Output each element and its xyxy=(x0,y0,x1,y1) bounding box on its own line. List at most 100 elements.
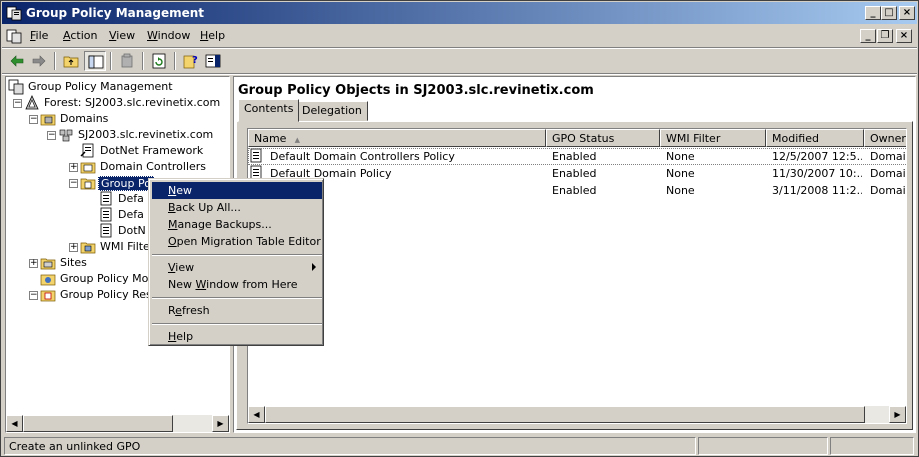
scroll-left-button[interactable]: ◀ xyxy=(248,406,265,423)
forward-arrow-icon xyxy=(32,55,46,67)
tree-item-label: SJ2003.slc.revinetix.com xyxy=(78,128,214,141)
tree-item-label: Group Policy Res xyxy=(60,288,152,301)
menu-item-new[interactable]: New xyxy=(152,182,322,199)
column-header[interactable]: WMI Filter xyxy=(660,129,766,147)
menu-file[interactable]: File xyxy=(30,29,48,42)
tab-contents[interactable]: Contents xyxy=(238,99,300,122)
collapse-icon[interactable]: − xyxy=(13,99,22,108)
tree-item[interactable]: Group Policy Management xyxy=(6,79,229,95)
column-header[interactable]: Name ▲ xyxy=(248,129,546,147)
table-row[interactable]: Default Domain Policy Enabled None 11/30/20… xyxy=(248,165,906,182)
action-pane-icon xyxy=(205,54,221,68)
tree-item-label: Defa xyxy=(118,208,144,221)
menu-item-new-window-from-here[interactable]: New Window from Here xyxy=(152,276,322,293)
scroll-left-button[interactable]: ◀ xyxy=(6,415,23,432)
tree-item[interactable]: DotNet Framework xyxy=(6,143,229,159)
menu-help[interactable]: Help xyxy=(200,29,225,42)
delete-button[interactable] xyxy=(116,51,138,71)
sort-ascending-icon: ▲ xyxy=(292,136,301,144)
menu-action[interactable]: Action xyxy=(63,29,97,42)
list-horizontal-scrollbar[interactable]: ◀ ▶ xyxy=(248,406,906,423)
tree-item-label: Defa xyxy=(118,192,144,205)
menu-view[interactable]: View xyxy=(109,29,135,42)
menu-item-help[interactable]: Help xyxy=(152,328,322,345)
forest-icon xyxy=(25,95,39,110)
gpo-list[interactable]: ◀ ▶ Name ▲ GPO Status WMI Filter Modified Ow… xyxy=(247,128,907,424)
tree-item[interactable]: − Forest: SJ2003.slc.revinetix.com xyxy=(6,95,229,111)
gpo-link-icon xyxy=(80,143,94,158)
table-cell: 3/11/2008 11:2... xyxy=(772,184,862,197)
show-hide-action-pane-button[interactable] xyxy=(202,51,224,71)
title-bar[interactable]: Group Policy Management _ □ × xyxy=(2,2,917,24)
tree-item[interactable]: − Domains xyxy=(6,111,229,127)
submenu-arrow-icon xyxy=(312,263,316,271)
tree-item-label: Domains xyxy=(60,112,109,125)
collapse-icon[interactable]: − xyxy=(47,131,56,140)
refresh-icon xyxy=(152,53,166,69)
column-header[interactable]: GPO Status xyxy=(546,129,660,147)
expand-icon[interactable]: + xyxy=(29,259,38,268)
back-button[interactable] xyxy=(6,51,28,71)
menu-separator xyxy=(152,323,322,325)
table-row[interactable]: Default Domain Controllers Policy Enabled… xyxy=(248,148,906,165)
menu-item-open-migration-table-editor[interactable]: Open Migration Table Editor xyxy=(152,233,322,250)
scroll-right-button[interactable]: ▶ xyxy=(889,406,906,423)
column-header[interactable]: Modified xyxy=(766,129,864,147)
table-cell: Domai xyxy=(870,150,906,163)
status-panel-3 xyxy=(830,437,914,455)
mdi-child-icon[interactable] xyxy=(6,28,22,44)
table-row[interactable]: meworkEnabledNone3/11/2008 11:2...Domai xyxy=(248,182,906,199)
table-cell: None xyxy=(666,184,695,197)
table-cell: None xyxy=(666,167,695,180)
context-menu: New Back Up All... Manage Backups... Ope… xyxy=(148,178,324,346)
table-cell: Domai xyxy=(870,184,906,197)
tree-item[interactable]: + Domain Controllers xyxy=(6,159,229,175)
status-panel-2 xyxy=(698,437,828,455)
status-text: Create an unlinked GPO xyxy=(4,437,696,455)
menu-item-view[interactable]: View xyxy=(152,259,322,276)
toolbar-separator xyxy=(174,52,176,70)
table-cell: Enabled xyxy=(552,150,597,163)
refresh-button[interactable] xyxy=(148,51,170,71)
menu-bar: File Action View Window Help _ ❐ × xyxy=(2,26,917,46)
domain-icon xyxy=(59,129,73,142)
collapse-icon[interactable]: − xyxy=(29,291,38,300)
table-cell: Domai xyxy=(870,167,906,180)
expand-icon[interactable]: + xyxy=(69,243,78,252)
forward-button[interactable] xyxy=(28,51,50,71)
tab-label: Contents xyxy=(244,102,294,115)
collapse-icon[interactable]: − xyxy=(29,115,38,124)
tree-horizontal-scrollbar[interactable]: ◀ ▶ xyxy=(6,415,229,432)
close-button[interactable]: × xyxy=(899,6,915,20)
maximize-button[interactable]: □ xyxy=(881,6,897,20)
menu-item-back-up-all[interactable]: Back Up All... xyxy=(152,199,322,216)
help-button[interactable]: ? xyxy=(180,51,202,71)
scroll-thumb[interactable] xyxy=(265,406,865,423)
toolbar-separator xyxy=(54,52,56,70)
column-header[interactable]: Owner xyxy=(864,129,906,147)
toolbar-separator xyxy=(142,52,144,70)
window-title: Group Policy Management xyxy=(26,6,205,20)
scroll-right-button[interactable]: ▶ xyxy=(212,415,229,432)
menu-separator xyxy=(152,254,322,256)
help-icon: ? xyxy=(183,55,198,69)
collapse-icon[interactable]: − xyxy=(69,179,78,188)
tab-delegation[interactable]: Delegation xyxy=(296,101,368,121)
scroll-thumb[interactable] xyxy=(23,415,173,432)
expand-icon[interactable]: + xyxy=(69,163,78,172)
menu-item-refresh[interactable]: Refresh xyxy=(152,302,322,319)
show-hide-tree-button[interactable] xyxy=(84,51,106,71)
folder-up-icon xyxy=(63,56,79,68)
up-one-level-button[interactable] xyxy=(60,51,82,71)
svg-text:?: ? xyxy=(192,55,198,66)
menu-item-manage-backups[interactable]: Manage Backups... xyxy=(152,216,322,233)
tree-item[interactable]: − SJ2003.slc.revinetix.com xyxy=(6,127,229,143)
child-restore-button[interactable]: ❐ xyxy=(877,29,893,43)
child-close-button[interactable]: × xyxy=(896,29,912,43)
main-window: Group Policy Management _ □ × File Actio… xyxy=(0,0,919,457)
menu-window[interactable]: Window xyxy=(147,29,190,42)
minimize-button[interactable]: _ xyxy=(865,6,881,20)
table-cell: 11/30/2007 10:... xyxy=(772,167,862,180)
child-minimize-button[interactable]: _ xyxy=(860,29,876,43)
tree-item-label: Group Po xyxy=(98,176,154,191)
